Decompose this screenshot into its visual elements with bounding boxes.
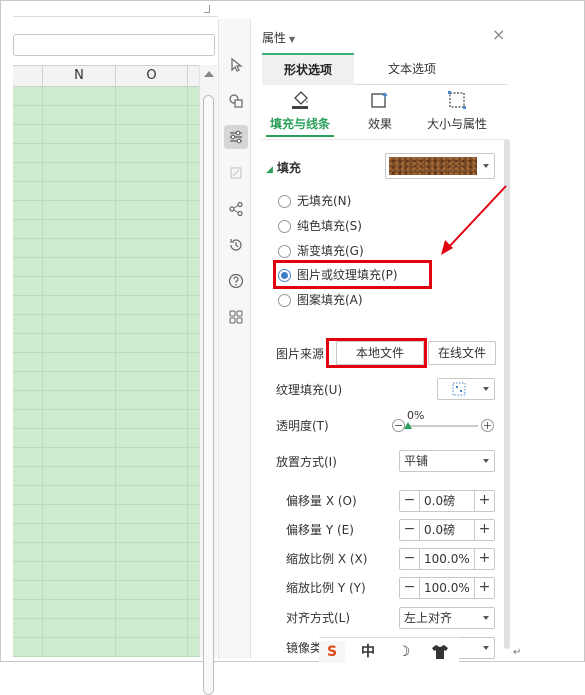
- ime-chinese-mode-button[interactable]: 中: [355, 641, 381, 663]
- highlight-picture-texture-fill: [273, 260, 432, 289]
- annotation-arrow-head: [441, 240, 453, 255]
- shirt-icon[interactable]: [427, 641, 453, 663]
- return-mark-icon: ↵: [513, 647, 522, 658]
- annotation-overlay: [441, 185, 507, 255]
- ime-toolbar: S 中 ☽: [319, 637, 459, 663]
- ime-logo-button[interactable]: S: [319, 641, 345, 663]
- screenshot-frame: N O 属性 ▼ × 形状选项 文本选项 填充与线条 效果 大小与属性 ◢ 填充…: [0, 0, 585, 695]
- highlight-local-file: [326, 338, 427, 368]
- annotation-arrow: [446, 185, 507, 250]
- ime-moon-button[interactable]: ☽: [391, 641, 417, 663]
